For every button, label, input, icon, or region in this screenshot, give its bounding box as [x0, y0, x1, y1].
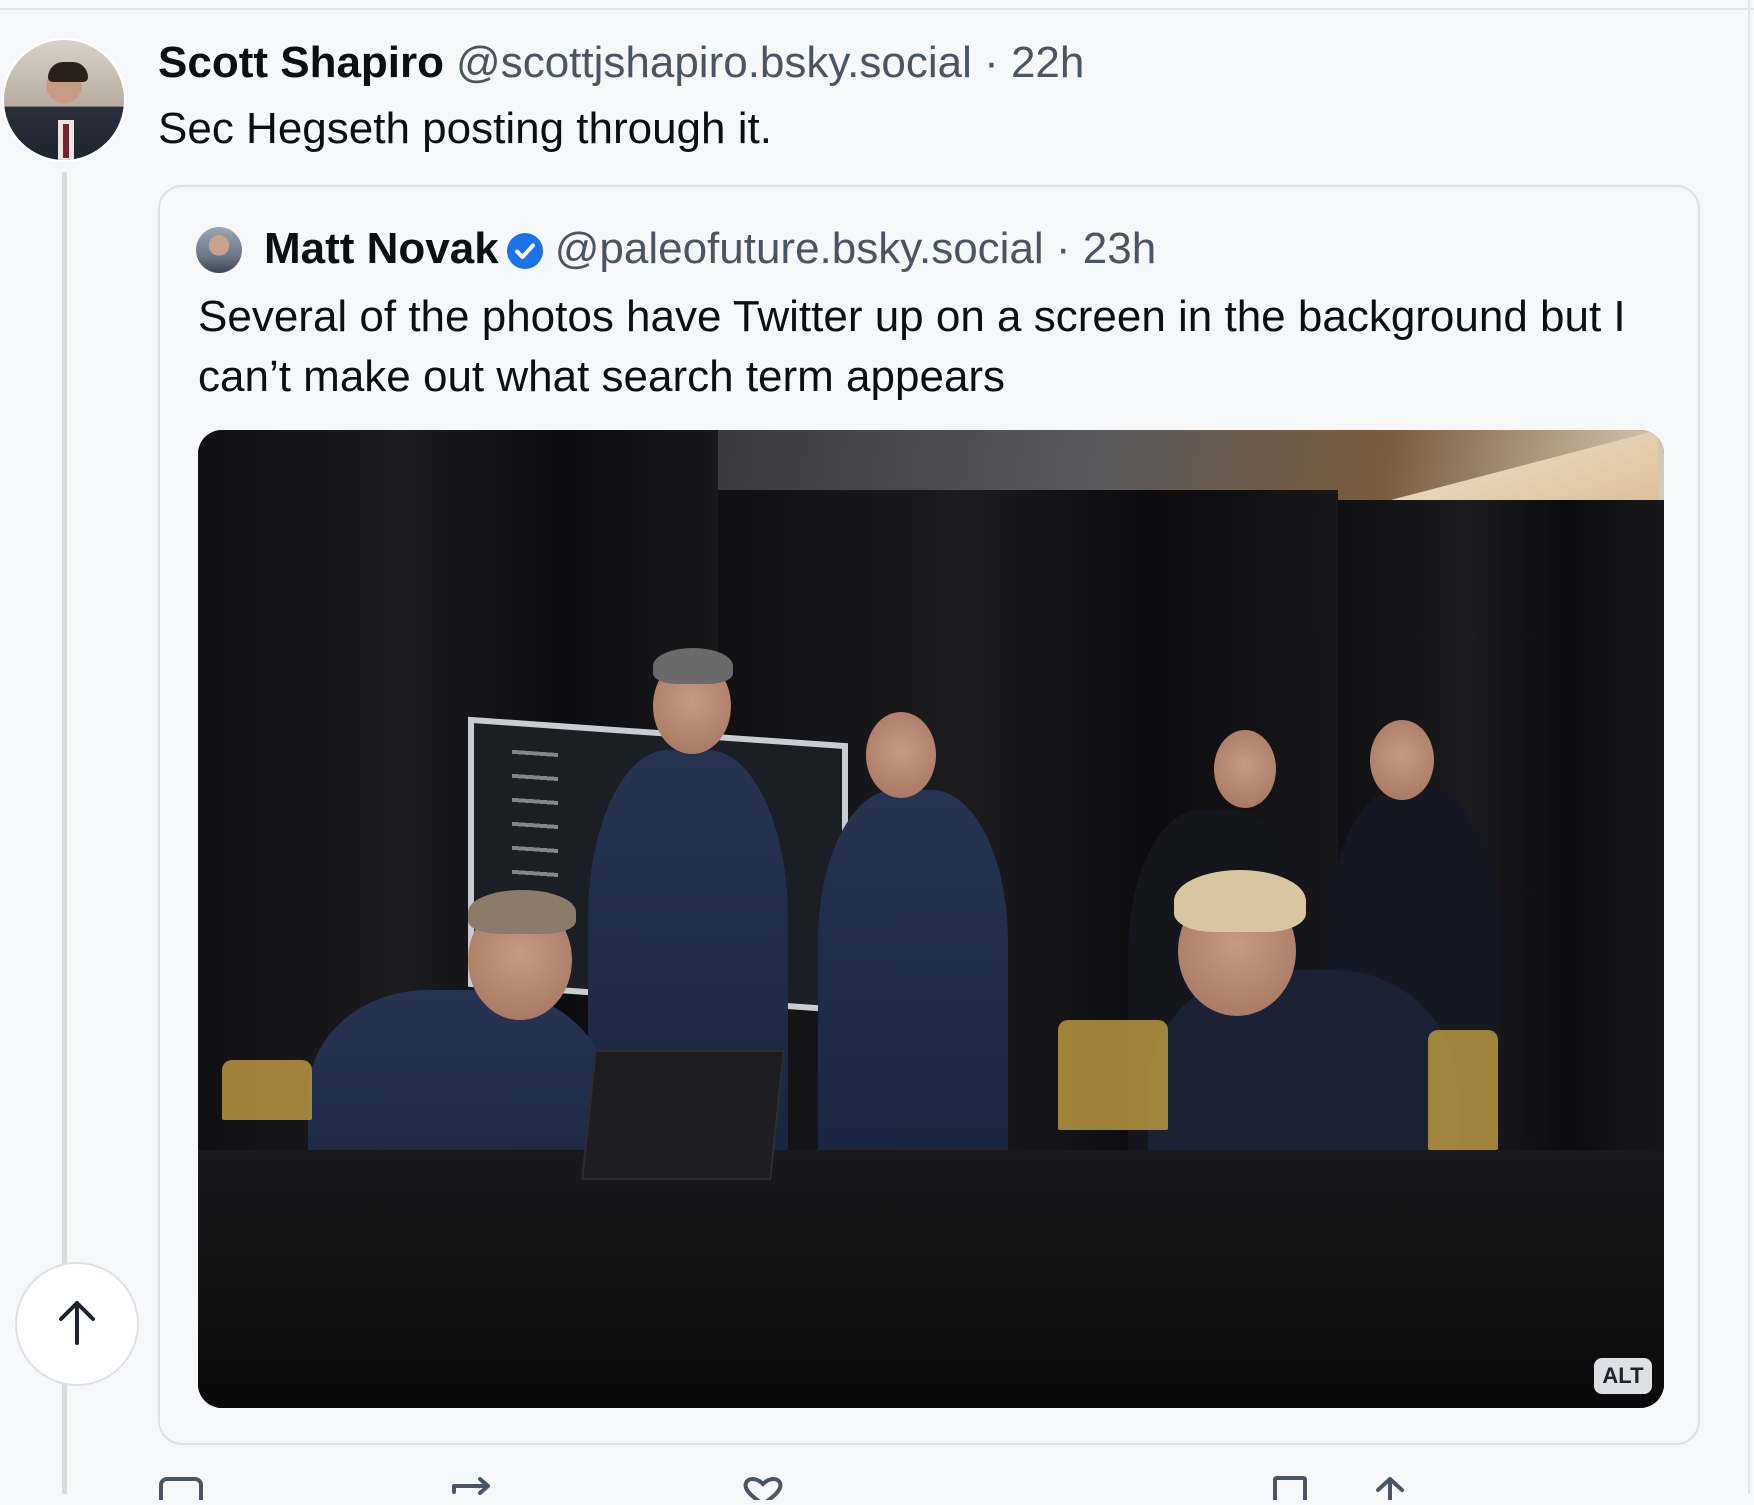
photo-person-head-4 — [1370, 720, 1434, 800]
alt-text-button[interactable]: ALT — [1594, 1358, 1652, 1394]
bookmark-icon[interactable] — [1270, 1476, 1310, 1502]
quoted-author-avatar[interactable] — [196, 227, 242, 273]
reply-icon[interactable] — [158, 1476, 204, 1505]
quoted-author-name[interactable]: Matt Novak — [264, 224, 499, 274]
share-icon[interactable] — [1370, 1476, 1410, 1504]
photo-person-standing-2 — [818, 790, 1008, 1170]
author-avatar[interactable] — [2, 38, 126, 162]
repost-icon[interactable] — [450, 1476, 496, 1500]
quoted-post-text: Several of the photos have Twitter up on… — [198, 292, 1626, 401]
author-name[interactable]: Scott Shapiro — [158, 38, 444, 88]
photo-table — [198, 1150, 1664, 1408]
photo-person-head-2 — [866, 712, 936, 798]
quoted-author-handle-and-time[interactable]: @paleofuture.bsky.social · 23h — [555, 224, 1157, 274]
photo-person-head-3 — [1214, 730, 1276, 808]
photo-chair-center — [1058, 1020, 1168, 1130]
top-divider — [0, 8, 1754, 10]
post-header: Scott Shapiro @scottjshapiro.bsky.social… — [158, 38, 1084, 92]
verified-check-icon — [506, 233, 543, 269]
heart-icon[interactable] — [740, 1476, 786, 1505]
avatar-tie — [63, 124, 69, 158]
right-border — [1748, 0, 1750, 1494]
author-handle-and-time[interactable]: @scottjshapiro.bsky.social · 22h — [456, 38, 1084, 88]
quoted-post-photo[interactable]: ALT — [198, 430, 1664, 1408]
quoted-post-header: Matt Novak @paleofuture.bsky.social · 23… — [264, 221, 1156, 277]
quoted-post-card[interactable]: Matt Novak @paleofuture.bsky.social · 23… — [158, 185, 1700, 1445]
scroll-to-top-button[interactable] — [15, 1262, 139, 1386]
post-action-bar — [158, 1470, 1558, 1505]
photo-person-hair-seated-1 — [468, 890, 576, 934]
arrow-up-icon — [55, 1297, 99, 1352]
photo-laptop — [581, 1050, 785, 1180]
photo-person-hair-seated-2 — [1174, 870, 1306, 932]
photo-person-hair-1 — [653, 648, 733, 684]
post-text: Sec Hegseth posting through it. — [158, 104, 772, 153]
photo-chair-right — [1428, 1030, 1498, 1150]
avatar-hair — [48, 62, 88, 82]
photo-chair-left — [222, 1060, 312, 1120]
reply-count-partial — [220, 1472, 270, 1494]
